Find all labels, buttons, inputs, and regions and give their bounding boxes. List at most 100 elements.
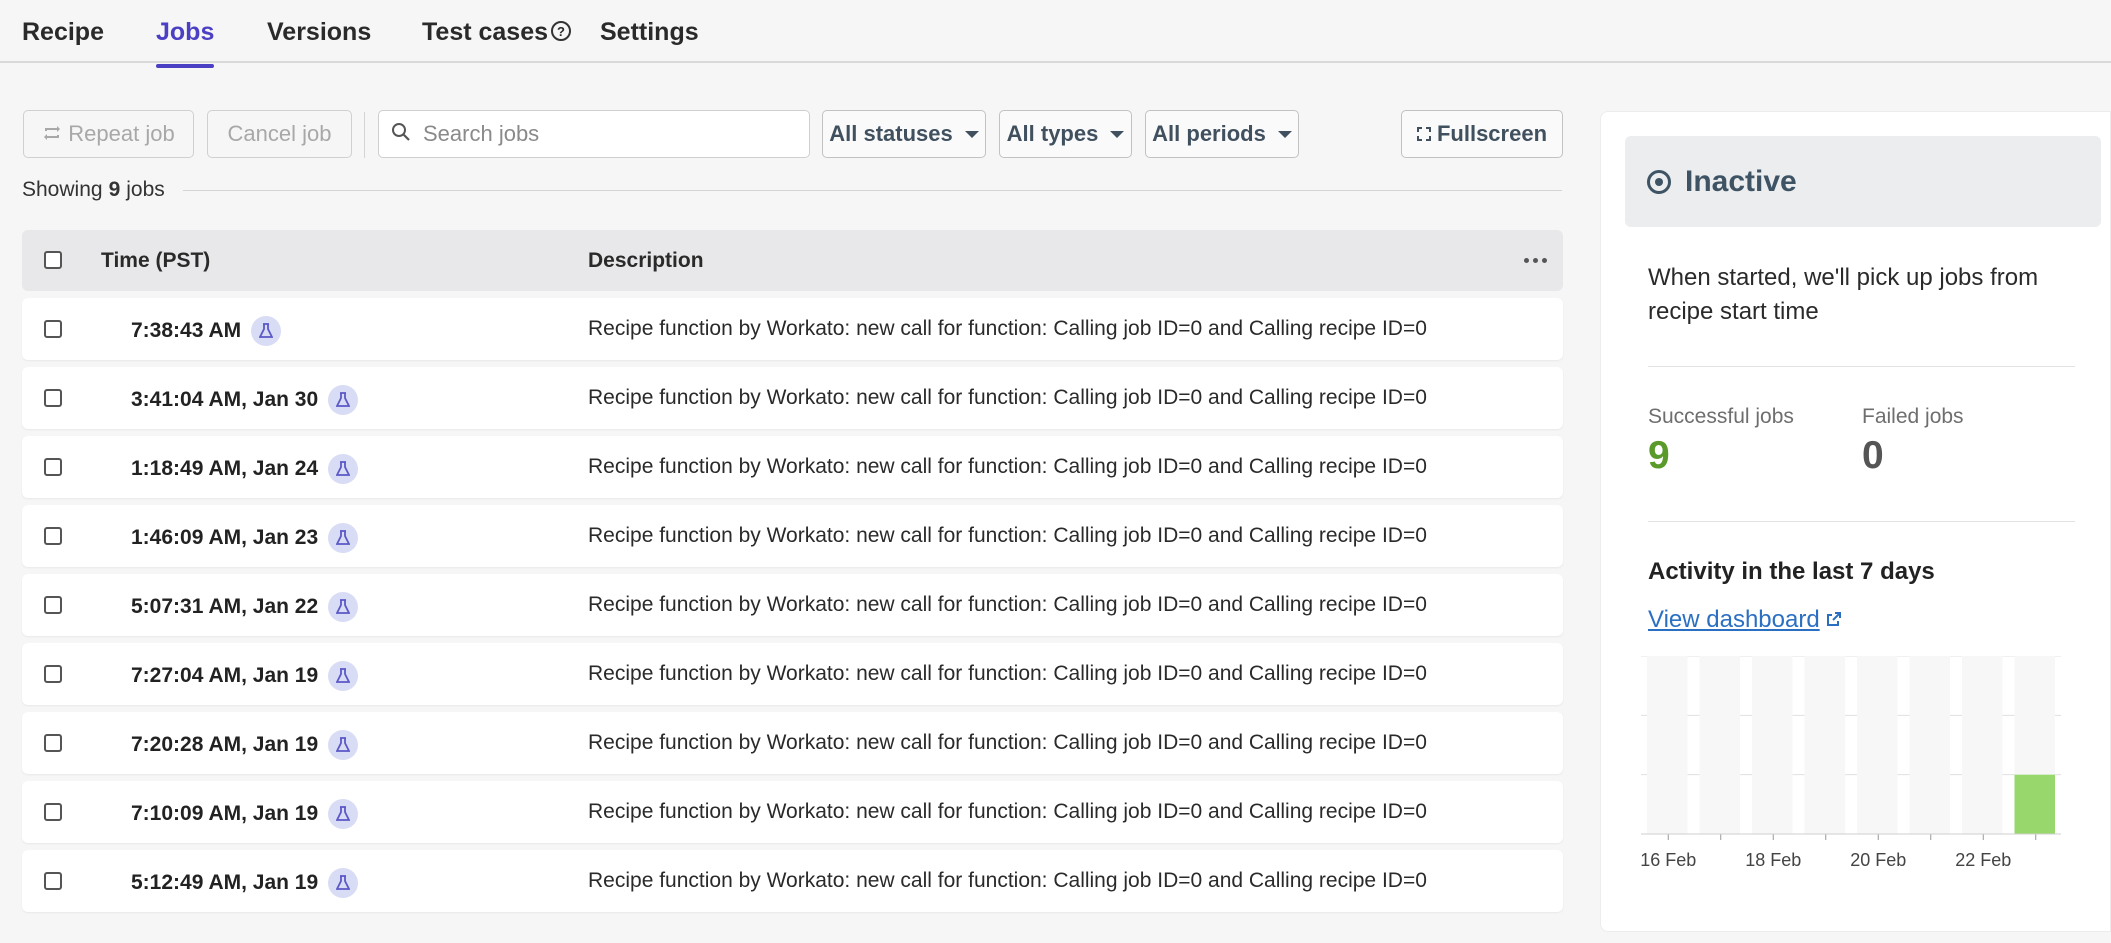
table-row[interactable]: 1:46:09 AM, Jan 23 Recipe function by Wor… [22,505,1563,567]
activity-chart: 16 Feb 18 Feb 20 Feb 22 Feb [1641,656,2061,870]
repeat-job-button[interactable]: Repeat job [23,110,194,158]
job-description: Recipe function by Workato: new call for… [588,386,1427,409]
tab-test-cases[interactable]: Test cases? [422,18,572,47]
test-flask-icon [328,454,359,484]
table-row[interactable]: 5:07:31 AM, Jan 22 Recipe function by Wor… [22,574,1563,636]
job-time: 7:38:43 AM [131,316,282,346]
job-description: Recipe function by Workato: new call for… [588,593,1427,616]
chart-slot [1857,656,1898,834]
job-time: 5:12:49 AM, Jan 19 [131,868,359,898]
table-row[interactable]: 1:18:49 AM, Jan 24 Recipe function by Wor… [22,436,1563,498]
job-description: Recipe function by Workato: new call for… [588,317,1427,340]
job-time: 5:07:31 AM, Jan 22 [131,592,359,622]
type-filter-dropdown[interactable]: All types [999,110,1132,158]
job-time-text: 5:12:49 AM, Jan 19 [131,871,319,894]
row-checkbox[interactable] [44,803,62,821]
job-description: Recipe function by Workato: new call for… [588,731,1427,754]
row-checkbox[interactable] [44,872,62,890]
row-checkbox[interactable] [44,458,62,476]
jobs-count: Showing 9 jobs [22,178,1562,202]
successful-jobs-label: Successful jobs [1648,405,1794,428]
row-checkbox[interactable] [44,320,62,338]
jobs-count-value: 9 [108,178,121,201]
search-input[interactable] [423,121,793,147]
table-row[interactable]: 7:10:09 AM, Jan 19 Recipe function by Wor… [22,781,1563,843]
failed-jobs-value: 0 [1862,434,1884,477]
failed-jobs-label: Failed jobs [1862,405,1964,428]
divider [1648,521,2075,522]
chevron-down-icon [964,130,979,138]
row-checkbox[interactable] [44,527,62,545]
help-icon[interactable]: ? [551,21,572,42]
job-time-text: 7:38:43 AM [131,319,242,342]
jobs-count-prefix: Showing [22,178,103,201]
table-row[interactable]: 7:27:04 AM, Jan 19 Recipe function by Wor… [22,643,1563,705]
table-row[interactable]: 5:12:49 AM, Jan 19 Recipe function by Wor… [22,850,1563,912]
chart-slot [1647,656,1688,834]
job-time: 7:10:09 AM, Jan 19 [131,799,359,829]
status-description: When started, we'll pick up jobs from re… [1648,264,2039,325]
job-time-text: 3:41:04 AM, Jan 30 [131,388,319,411]
view-dashboard-label: View dashboard [1648,606,1820,633]
table-row[interactable]: 7:38:43 AM Recipe function by Workato: ne… [22,298,1563,360]
repeat-icon [42,121,62,147]
table-row[interactable]: 3:41:04 AM, Jan 30 Recipe function by Wor… [22,367,1563,429]
fullscreen-button[interactable]: Fullscreen [1401,110,1563,158]
test-flask-icon [328,523,359,553]
job-time-text: 1:46:09 AM, Jan 23 [131,526,319,549]
test-flask-icon [251,316,282,346]
row-checkbox[interactable] [44,734,62,752]
job-time: 3:41:04 AM, Jan 30 [131,385,359,415]
test-flask-icon [328,592,359,622]
period-filter-label: All periods [1152,121,1266,146]
job-description: Recipe function by Workato: new call for… [588,800,1427,823]
tab-test-cases-label: Test cases [422,18,549,46]
row-checkbox[interactable] [44,596,62,614]
search-icon [391,122,411,147]
chart-tick-label: 20 Feb [1850,850,1906,870]
inactive-status-icon [1647,169,1671,194]
activity-title: Activity in the last 7 days [1648,558,1935,585]
tab-jobs[interactable]: Jobs [156,18,215,68]
chart-slot [1804,656,1845,834]
fullscreen-label: Fullscreen [1436,121,1548,146]
tab-settings[interactable]: Settings [600,18,699,47]
job-time: 1:18:49 AM, Jan 24 [131,454,359,484]
search-box [378,110,810,158]
status-banner: Inactive [1625,136,2101,227]
column-header-time[interactable]: Time (PST) [101,249,210,273]
row-checkbox[interactable] [44,665,62,683]
type-filter-label: All types [1006,121,1099,146]
chart-slot [1909,656,1950,834]
status-label: Inactive [1685,164,1797,198]
cancel-job-button[interactable]: Cancel job [207,110,352,158]
job-time-text: 1:18:49 AM, Jan 24 [131,457,319,480]
column-header-description: Description [588,249,704,272]
chart-slot [1752,656,1793,834]
chevron-down-icon [1277,130,1292,138]
more-options-icon[interactable] [1524,258,1547,263]
table-row[interactable]: 7:20:28 AM, Jan 19 Recipe function by Wor… [22,712,1563,774]
chart-tick-label: 18 Feb [1745,850,1801,870]
test-flask-icon [328,730,359,760]
view-dashboard-link[interactable]: View dashboard [1648,606,1842,634]
chart-bar [2014,774,2055,834]
chevron-down-icon [1110,130,1125,138]
select-all-checkbox[interactable] [44,251,62,269]
chart-tick-label: 16 Feb [1641,850,1696,870]
divider [182,189,1562,191]
toolbar-divider [364,112,365,158]
divider [1648,366,2075,367]
job-time-text: 7:20:28 AM, Jan 19 [131,733,319,756]
tab-recipe[interactable]: Recipe [22,18,104,47]
test-flask-icon [328,385,359,415]
tab-versions[interactable]: Versions [267,18,371,47]
job-description: Recipe function by Workato: new call for… [588,869,1427,892]
job-time-text: 5:07:31 AM, Jan 22 [131,595,319,618]
period-filter-dropdown[interactable]: All periods [1145,110,1299,158]
chart-slot [1962,656,2003,834]
tab-bar: Recipe Jobs Versions Test cases? Setting… [0,0,2111,68]
status-filter-dropdown[interactable]: All statuses [822,110,986,158]
row-checkbox[interactable] [44,389,62,407]
test-flask-icon [328,661,359,691]
